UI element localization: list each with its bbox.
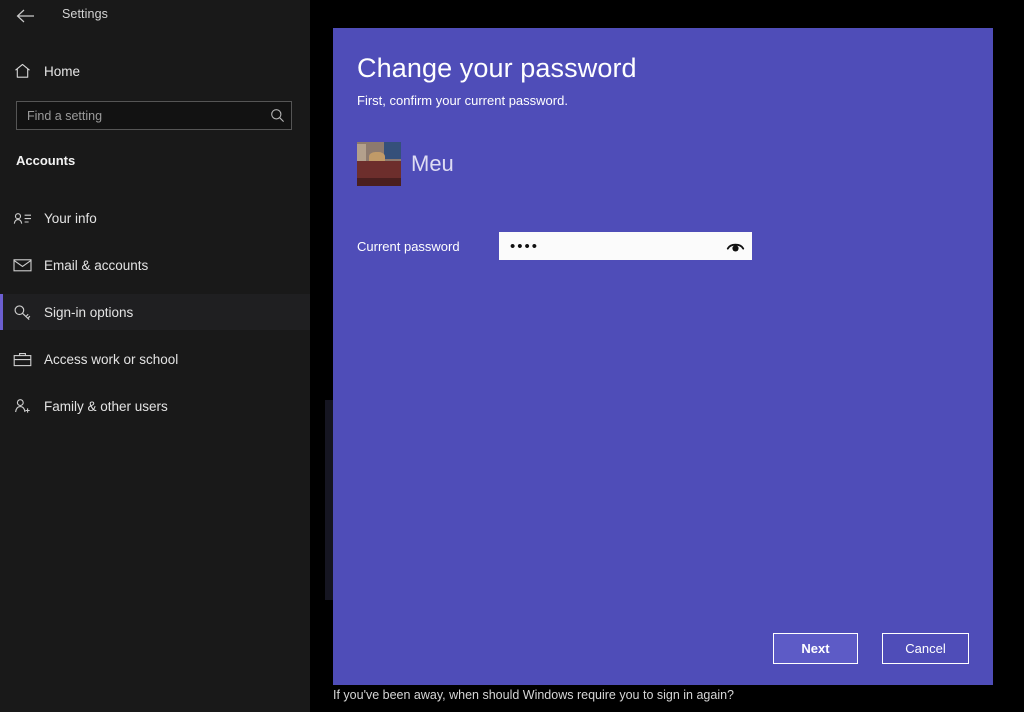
sidebar: Settings Home Accounts: [0, 0, 310, 712]
sidebar-item-your-info-label: Your info: [44, 210, 97, 226]
sidebar-item-sign-in-options-label: Sign-in options: [44, 304, 134, 320]
current-password-field-row: Current password: [357, 224, 969, 268]
briefcase-icon: [0, 352, 44, 367]
current-password-input-wrapper[interactable]: [499, 232, 752, 260]
sidebar-item-email-accounts[interactable]: Email & accounts: [0, 247, 310, 283]
dialog-subtitle: First, confirm your current password.: [357, 93, 568, 108]
sidebar-item-home[interactable]: Home: [0, 56, 310, 86]
selection-accent-bar: [0, 388, 3, 424]
settings-window: Settings Home Accounts: [0, 0, 1024, 712]
current-password-label: Current password: [357, 238, 460, 254]
background-content-strip: [325, 400, 333, 600]
change-password-dialog: Change your password First, confirm your…: [333, 28, 993, 685]
person-add-icon: [0, 398, 44, 414]
sidebar-item-home-label: Home: [44, 63, 81, 79]
selection-accent-bar: [0, 200, 3, 236]
next-button[interactable]: Next: [773, 633, 858, 664]
sidebar-item-email-accounts-label: Email & accounts: [44, 257, 149, 273]
search-icon[interactable]: [263, 108, 291, 123]
contact-card-icon: [0, 211, 44, 226]
sidebar-item-access-work-or-school-label: Access work or school: [44, 351, 179, 367]
key-icon: [0, 304, 44, 321]
sidebar-item-your-info[interactable]: Your info: [0, 200, 310, 236]
sidebar-nav-list: Your info Email & accounts Sign-in optio…: [0, 200, 310, 435]
selection-accent-bar: [0, 341, 3, 377]
back-arrow-icon[interactable]: [13, 5, 37, 27]
sidebar-item-family-other-users[interactable]: Family & other users: [0, 388, 310, 424]
search-box[interactable]: [16, 101, 292, 130]
title-bar: Settings: [0, 0, 310, 32]
selection-accent-bar: [0, 247, 3, 283]
current-password-input[interactable]: [499, 233, 718, 259]
dialog-title: Change your password: [357, 53, 637, 83]
user-photo-avatar: [357, 142, 401, 186]
sign-in-required-link[interactable]: If you've been away, when should Windows…: [333, 688, 734, 702]
cancel-button[interactable]: Cancel: [882, 633, 969, 664]
selection-accent-bar: [0, 294, 3, 330]
sidebar-item-family-other-users-label: Family & other users: [44, 398, 168, 414]
account-name: Meu: [411, 151, 454, 176]
eye-reveal-password-icon[interactable]: [718, 232, 752, 260]
dialog-button-row: Next Cancel: [333, 633, 993, 669]
search-input[interactable]: [17, 108, 263, 123]
sidebar-item-access-work-or-school[interactable]: Access work or school: [0, 341, 310, 377]
sidebar-group-heading: Accounts: [16, 153, 76, 168]
app-title: Settings: [62, 7, 108, 21]
account-row: Meu: [357, 140, 454, 188]
sidebar-item-sign-in-options[interactable]: Sign-in options: [0, 294, 310, 330]
envelope-icon: [0, 258, 44, 272]
home-icon: [0, 63, 44, 79]
